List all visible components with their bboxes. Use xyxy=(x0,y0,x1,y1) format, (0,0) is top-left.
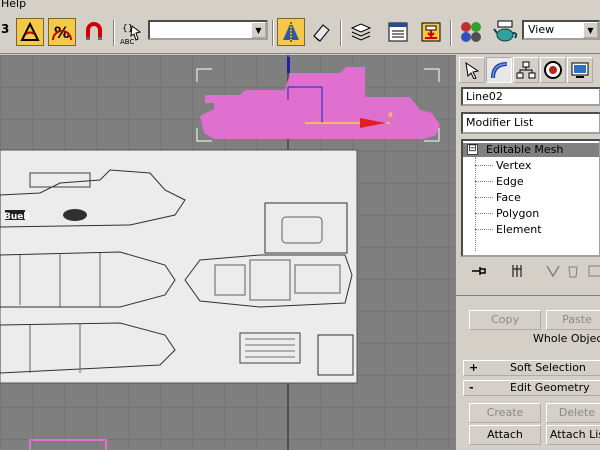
remove-modifier-button[interactable] xyxy=(563,262,583,280)
expand-sign: + xyxy=(469,361,479,374)
main-toolbar: 3 % {} ABC ▼ View ▼ xyxy=(0,12,600,54)
copy-button[interactable]: Copy xyxy=(469,310,541,330)
tab-hierarchy[interactable] xyxy=(513,57,539,83)
menu-help[interactable]: Help xyxy=(1,0,26,10)
stack-root-label: Editable Mesh xyxy=(486,143,564,156)
end-result-icon xyxy=(512,265,522,277)
mirror-button[interactable] xyxy=(277,18,305,46)
collapse-toggle-icon[interactable]: ⊟ xyxy=(467,144,478,155)
attach-list-button[interactable]: Attach Lis xyxy=(546,425,600,445)
sub-object-element[interactable]: Element xyxy=(496,223,542,236)
menu-bar: Help xyxy=(0,0,600,12)
view-select-value: View xyxy=(528,23,555,36)
paste-button[interactable]: Paste xyxy=(546,310,600,330)
trash-icon xyxy=(568,266,578,278)
material-editor-button[interactable] xyxy=(457,18,485,46)
delete-button[interactable]: Delete xyxy=(546,403,600,423)
object-name-field[interactable]: Line02 xyxy=(461,87,600,106)
schematic-view-button[interactable] xyxy=(417,18,445,46)
toolbar-separator xyxy=(450,20,452,46)
reference-coordinate-dropdown[interactable]: View ▼ xyxy=(522,20,600,40)
magnet-icon xyxy=(86,22,102,40)
tree-connector xyxy=(475,197,493,198)
modify-bend-icon xyxy=(491,62,508,79)
rollout-title: Edit Geometry xyxy=(510,381,590,394)
hierarchy-icon xyxy=(516,61,536,79)
tab-motion[interactable] xyxy=(540,57,566,83)
tab-create[interactable] xyxy=(459,57,485,83)
dropdown-arrow-icon[interactable]: ▼ xyxy=(251,22,266,38)
abc-label: ABC xyxy=(120,38,135,46)
configure-icon xyxy=(588,265,600,277)
modifier-stack[interactable]: ⊟ Editable Mesh Vertex Edge Face Polygon… xyxy=(461,139,600,257)
tab-modify[interactable] xyxy=(486,57,512,83)
attach-button[interactable]: Attach xyxy=(469,425,541,445)
named-selection-set-dropdown[interactable]: ▼ xyxy=(148,20,268,40)
toolbar-separator xyxy=(340,20,342,46)
dropdown-arrow-icon[interactable]: ▼ xyxy=(583,22,598,38)
blueprint-image-plane[interactable]: Buell xyxy=(0,149,358,384)
configure-sets-button[interactable] xyxy=(585,262,600,280)
whole-object-selection-label: Whole Object Selec xyxy=(533,332,600,345)
sub-object-face[interactable]: Face xyxy=(496,191,521,204)
modifier-list-dropdown[interactable]: Modifier List xyxy=(461,112,600,134)
svg-text:x: x xyxy=(388,110,393,119)
blueprint-text-buell: Buell xyxy=(4,212,30,222)
collapse-sign: - xyxy=(469,381,474,394)
fragment-label: 3 xyxy=(1,22,10,36)
viewport-canvas[interactable]: x Buell xyxy=(0,55,455,450)
viewport-top[interactable]: x Buell xyxy=(0,55,455,450)
mirror-icon xyxy=(283,22,299,42)
soft-selection-rollout[interactable]: + Soft Selection xyxy=(463,360,600,376)
angle-snap-button[interactable] xyxy=(16,18,44,46)
track-view-icon xyxy=(388,22,408,42)
create-cursor-icon xyxy=(465,61,480,79)
sub-object-edge[interactable]: Edge xyxy=(496,175,524,188)
display-monitor-icon xyxy=(571,62,589,78)
command-panel: Line02 Modifier List ⊟ Editable Mesh Ver… xyxy=(455,55,600,450)
layer-manager-button[interactable] xyxy=(347,18,375,46)
boat-mesh-object[interactable] xyxy=(200,110,440,139)
render-scene-button[interactable] xyxy=(492,18,520,46)
tab-display[interactable] xyxy=(567,57,593,83)
stack-tree-line xyxy=(475,157,476,251)
percent-snap-button[interactable]: % xyxy=(48,18,76,46)
layers-icon xyxy=(350,23,372,41)
create-button[interactable]: Create xyxy=(469,403,541,423)
show-end-result-button[interactable] xyxy=(507,262,527,280)
align-button[interactable] xyxy=(307,18,335,46)
make-unique-icon xyxy=(546,265,560,278)
edit-named-selection-button[interactable]: {} ABC xyxy=(118,18,146,46)
curve-editor-button[interactable] xyxy=(384,18,412,46)
tree-connector xyxy=(475,165,493,166)
stack-item-editable-mesh[interactable]: ⊟ Editable Mesh xyxy=(463,143,599,157)
tree-connector xyxy=(475,229,493,230)
boat-mast xyxy=(287,57,290,73)
make-unique-button[interactable] xyxy=(543,262,563,280)
spinner-snap-button[interactable] xyxy=(80,18,108,46)
material-spheres-icon xyxy=(461,22,481,42)
percent-snap-icon: % xyxy=(52,23,72,42)
modifier-rollouts: Copy Paste Whole Object Selec + Soft Sel… xyxy=(456,295,600,450)
toolbar-separator xyxy=(113,20,115,46)
sub-object-vertex[interactable]: Vertex xyxy=(496,159,531,172)
teapot-icon xyxy=(493,20,518,42)
pin-stack-button[interactable] xyxy=(469,262,489,280)
toolbar-separator xyxy=(272,20,274,46)
schematic-icon xyxy=(421,22,441,42)
motion-icon xyxy=(544,61,562,79)
pin-icon xyxy=(472,267,486,275)
tree-connector xyxy=(475,213,493,214)
tree-connector xyxy=(475,181,493,182)
angle-snap-icon xyxy=(20,21,40,41)
stack-toolbar xyxy=(461,260,600,282)
sub-object-polygon[interactable]: Polygon xyxy=(496,207,539,220)
rollout-title: Soft Selection xyxy=(510,361,586,374)
eraser-icon xyxy=(313,24,330,42)
edit-geometry-rollout[interactable]: - Edit Geometry xyxy=(463,380,600,396)
